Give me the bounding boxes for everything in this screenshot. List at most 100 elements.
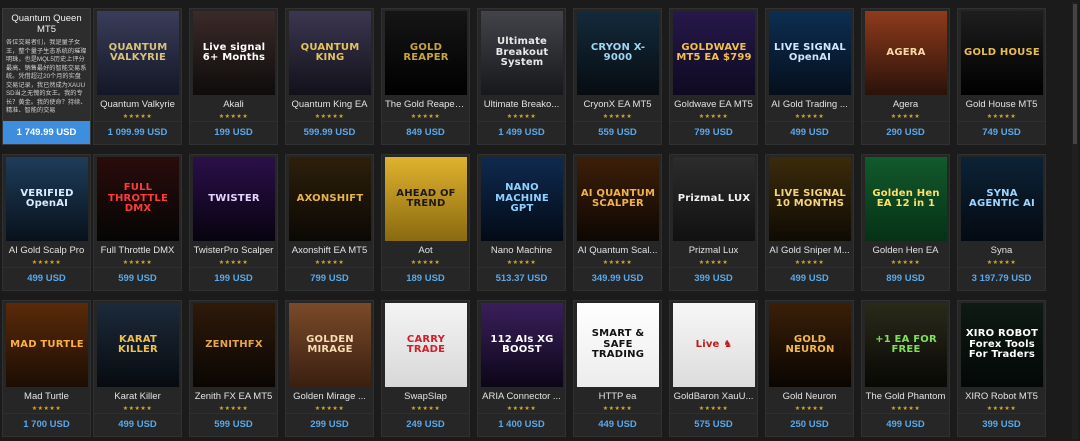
product-title[interactable]: Nano Machine xyxy=(478,245,565,256)
product-thumbnail[interactable]: AI QUANTUM SCALPER xyxy=(577,157,659,241)
product-thumbnail[interactable]: QUANTUM KING xyxy=(289,11,371,95)
product-price[interactable]: 749 USD xyxy=(958,121,1045,144)
product-card[interactable]: Golden Hen EA 12 in 1 Golden Hen EA ★★★★★ 8… xyxy=(861,154,950,291)
product-thumbnail[interactable]: VERIFIED OpenAI xyxy=(6,157,88,241)
product-card[interactable]: AHEAD OF TREND Aot ★★★★★ 189 USD xyxy=(381,154,470,291)
product-card[interactable]: CRYON X-9000 CryonX EA MT5 ★★★★★ 559 USD xyxy=(573,8,662,145)
product-price[interactable]: 1 499 USD xyxy=(478,121,565,144)
product-thumbnail[interactable]: NANO MACHINE GPT xyxy=(481,157,563,241)
product-thumbnail[interactable]: GOLDEN MIRAGE xyxy=(289,303,371,387)
product-price[interactable]: 399 USD xyxy=(958,413,1045,436)
product-title[interactable]: ARIA Connector ... xyxy=(478,391,565,402)
product-thumbnail[interactable]: AGERA xyxy=(865,11,947,95)
product-price[interactable]: 249 USD xyxy=(382,413,469,436)
product-card[interactable]: NANO MACHINE GPT Nano Machine ★★★★★ 513.37 … xyxy=(477,154,566,291)
product-price[interactable]: 559 USD xyxy=(574,121,661,144)
product-price[interactable]: 1 400 USD xyxy=(478,413,565,436)
product-title[interactable]: HTTP ea xyxy=(574,391,661,402)
product-title[interactable]: Karat Killer xyxy=(94,391,181,402)
product-thumbnail[interactable]: TWISTER xyxy=(193,157,275,241)
product-thumbnail[interactable]: CARRY TRADE xyxy=(385,303,467,387)
product-price[interactable]: 1 749.99 USD xyxy=(3,121,90,144)
product-title[interactable]: Golden Mirage ... xyxy=(286,391,373,402)
product-card[interactable]: AXONSHIFT Axonshift EA MT5 ★★★★★ 799 USD xyxy=(285,154,374,291)
product-title[interactable]: The Gold Phantom xyxy=(862,391,949,402)
product-price[interactable]: 3 197.79 USD xyxy=(958,267,1045,290)
product-thumbnail[interactable]: GOLD HOUSE xyxy=(961,11,1043,95)
product-card[interactable]: XIRO ROBOT Forex Tools For Traders XIRO R… xyxy=(957,300,1046,437)
product-price[interactable]: 899 USD xyxy=(862,267,949,290)
product-title[interactable]: Gold House MT5 xyxy=(958,99,1045,110)
product-title[interactable]: GoldBaron XauU... xyxy=(670,391,757,402)
product-card[interactable]: AI QUANTUM SCALPER AI Quantum Scal... ★★★★… xyxy=(573,154,662,291)
product-title[interactable]: SwapSlap xyxy=(382,391,469,402)
product-price[interactable]: 599 USD xyxy=(190,413,277,436)
product-price[interactable]: 199 USD xyxy=(190,121,277,144)
product-title[interactable]: XIRO Robot MT5 xyxy=(958,391,1045,402)
product-thumbnail[interactable]: SMART & SAFE TRADING xyxy=(577,303,659,387)
product-thumbnail[interactable]: SYNA AGENTIC AI xyxy=(961,157,1043,241)
product-thumbnail[interactable]: GOLDWAVE MT5 EA $799 xyxy=(673,11,755,95)
product-title[interactable]: AI Quantum Scal... xyxy=(574,245,661,256)
product-title[interactable]: Goldwave EA MT5 xyxy=(670,99,757,110)
product-thumbnail[interactable]: GOLD NEURON xyxy=(769,303,851,387)
product-title[interactable]: Mad Turtle xyxy=(3,391,90,402)
product-card[interactable]: GOLD HOUSE Gold House MT5 ★★★★★ 749 USD xyxy=(957,8,1046,145)
product-price[interactable]: 599.99 USD xyxy=(286,121,373,144)
product-price[interactable]: 513.37 USD xyxy=(478,267,565,290)
product-title[interactable]: Aot xyxy=(382,245,469,256)
product-price[interactable]: 799 USD xyxy=(670,121,757,144)
product-price[interactable]: 290 USD xyxy=(862,121,949,144)
product-thumbnail[interactable]: MAD TURTLE xyxy=(6,303,88,387)
product-title[interactable]: Syna xyxy=(958,245,1045,256)
product-card[interactable]: CARRY TRADE SwapSlap ★★★★★ 249 USD xyxy=(381,300,470,437)
product-card[interactable]: QUANTUM VALKYRIE Quantum Valkyrie ★★★★★ 1 0… xyxy=(93,8,182,145)
product-card[interactable]: GOLD NEURON Gold Neuron ★★★★★ 250 USD xyxy=(765,300,854,437)
product-price[interactable]: 349.99 USD xyxy=(574,267,661,290)
product-title[interactable]: Gold Neuron xyxy=(766,391,853,402)
product-title[interactable]: AI Gold Trading ... xyxy=(766,99,853,110)
product-card[interactable]: Live signal 6+ Months Akali ★★★★★ 199 USD xyxy=(189,8,278,145)
product-card[interactable]: TWISTER TwisterPro Scalper ★★★★★ 199 USD xyxy=(189,154,278,291)
product-title[interactable]: Full Throttle DMX xyxy=(94,245,181,256)
product-title[interactable]: Ultimate Breako... xyxy=(478,99,565,110)
product-card[interactable]: MAD TURTLE Mad Turtle ★★★★★ 1 700 USD xyxy=(2,300,91,437)
product-price[interactable]: 499 USD xyxy=(3,267,90,290)
product-thumbnail[interactable]: CRYON X-9000 xyxy=(577,11,659,95)
product-card[interactable]: GOLD REAPER The Gold Reaper ... ★★★★★ 849 U… xyxy=(381,8,470,145)
product-title[interactable]: TwisterPro Scalper xyxy=(190,245,277,256)
product-thumbnail[interactable]: +1 EA FOR FREE xyxy=(865,303,947,387)
product-price[interactable]: 1 099.99 USD xyxy=(94,121,181,144)
product-thumbnail[interactable]: 112 AIs XG BOOST xyxy=(481,303,563,387)
product-price[interactable]: 250 USD xyxy=(766,413,853,436)
product-card[interactable]: VERIFIED OpenAI AI Gold Scalp Pro ★★★★★ 499… xyxy=(2,154,91,291)
product-card[interactable]: LIVE SIGNAL 10 MONTHS AI Gold Sniper M...… xyxy=(765,154,854,291)
product-price[interactable]: 599 USD xyxy=(94,267,181,290)
product-card[interactable]: Live ♞ GoldBaron XauU... ★★★★★ 575 USD xyxy=(669,300,758,437)
product-price[interactable]: 299 USD xyxy=(286,413,373,436)
product-price[interactable]: 799 USD xyxy=(286,267,373,290)
product-price[interactable]: 499 USD xyxy=(766,267,853,290)
product-card[interactable]: ZENITHFX Zenith FX EA MT5 ★★★★★ 599 USD xyxy=(189,300,278,437)
product-title[interactable]: Prizmal Lux xyxy=(670,245,757,256)
product-title[interactable]: Zenith FX EA MT5 xyxy=(190,391,277,402)
product-thumbnail[interactable]: ZENITHFX xyxy=(193,303,275,387)
product-title[interactable]: Axonshift EA MT5 xyxy=(286,245,373,256)
product-thumbnail[interactable]: Golden Hen EA 12 in 1 xyxy=(865,157,947,241)
scrollbar[interactable] xyxy=(1072,2,1078,439)
product-card[interactable]: AGERA Agera ★★★★★ 290 USD xyxy=(861,8,950,145)
product-thumbnail[interactable]: LIVE SIGNAL 10 MONTHS xyxy=(769,157,851,241)
scrollbar-thumb[interactable] xyxy=(1073,4,1077,144)
product-price[interactable]: 849 USD xyxy=(382,121,469,144)
product-card[interactable]: +1 EA FOR FREE The Gold Phantom ★★★★★ 499 U… xyxy=(861,300,950,437)
product-thumbnail[interactable]: FULL THROTTLE DMX xyxy=(97,157,179,241)
product-card[interactable]: SYNA AGENTIC AI Syna ★★★★★ 3 197.79 USD xyxy=(957,154,1046,291)
product-card[interactable]: PrizmaL LUX Prizmal Lux ★★★★★ 399 USD xyxy=(669,154,758,291)
product-title[interactable]: CryonX EA MT5 xyxy=(574,99,661,110)
product-card[interactable]: 112 AIs XG BOOST ARIA Connector ... ★★★★★ 1… xyxy=(477,300,566,437)
product-price[interactable]: 189 USD xyxy=(382,267,469,290)
product-thumbnail[interactable]: Ultimate Breakout System xyxy=(481,11,563,95)
product-thumbnail[interactable]: GOLD REAPER xyxy=(385,11,467,95)
product-card[interactable]: QUANTUM KING Quantum King EA ★★★★★ 599.99 U… xyxy=(285,8,374,145)
product-card[interactable]: SMART & SAFE TRADING HTTP ea ★★★★★ 449 USD xyxy=(573,300,662,437)
